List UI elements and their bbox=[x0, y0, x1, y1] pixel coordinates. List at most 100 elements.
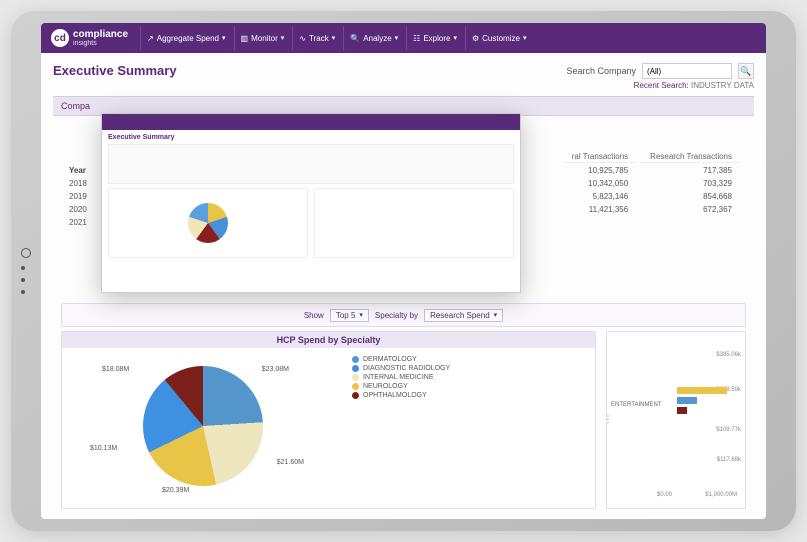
year-row[interactable]: 2019 bbox=[65, 191, 91, 202]
legend-label: NEUROLOGY bbox=[363, 383, 408, 390]
legend-label: INTERNAL MEDICINE bbox=[363, 374, 434, 381]
nav-track[interactable]: ∿ Track ▾ bbox=[292, 26, 341, 50]
popup-nav bbox=[102, 114, 520, 130]
legend-label: OPHTHALMOLOGY bbox=[363, 392, 427, 399]
col-header[interactable]: Research Transactions bbox=[640, 151, 742, 163]
legend-item[interactable]: OPHTHALMOLOGY bbox=[352, 392, 587, 399]
bar[interactable] bbox=[677, 407, 687, 414]
chart-controls: Show Top 5 ▾ Specialty by Research Spend… bbox=[61, 303, 746, 327]
brand-text: compliance insights bbox=[73, 30, 128, 47]
side-tick: $109.77k bbox=[716, 427, 741, 433]
cell: 854,668 bbox=[640, 191, 742, 202]
resize-handle-icon[interactable]: ⋮ bbox=[606, 415, 613, 426]
nav-label: Explore bbox=[423, 34, 450, 43]
x-tick: $0.00 bbox=[657, 492, 672, 498]
legend-item[interactable]: NEUROLOGY bbox=[352, 383, 587, 390]
recent-value[interactable]: INDUSTRY DATA bbox=[691, 81, 754, 90]
dashboard-tooltip-popup: Executive Summary bbox=[101, 113, 521, 293]
chevron-down-icon: ▾ bbox=[453, 34, 457, 42]
chevron-down-icon: ▾ bbox=[222, 34, 226, 42]
nav-label: Aggregate Spend bbox=[157, 34, 219, 43]
page-title: Executive Summary bbox=[53, 63, 177, 78]
side-x-axis: $0.00 $1,000.00M bbox=[657, 492, 737, 498]
tab-company[interactable]: Compa bbox=[61, 101, 90, 111]
show-value: Top 5 bbox=[336, 311, 356, 320]
nav-label: Track bbox=[309, 34, 329, 43]
side-tick: $117.68k bbox=[717, 457, 741, 463]
nav-aggregate-spend[interactable]: ↗ Aggregate Spend ▾ bbox=[140, 26, 232, 50]
chevron-down-icon: ▾ bbox=[494, 311, 498, 319]
tablet-frame: cd compliance insights ↗ Aggregate Spend… bbox=[11, 11, 796, 531]
legend-label: DERMATOLOGY bbox=[363, 356, 417, 363]
brand-sub: insights bbox=[73, 40, 128, 47]
search-button[interactable]: 🔍 bbox=[738, 63, 754, 79]
bar[interactable] bbox=[677, 397, 697, 404]
legend-swatch bbox=[352, 365, 359, 372]
app-screen: cd compliance insights ↗ Aggregate Spend… bbox=[41, 23, 766, 519]
legend-swatch bbox=[352, 356, 359, 363]
pie-chart[interactable] bbox=[143, 366, 263, 486]
top-nav: cd compliance insights ↗ Aggregate Spend… bbox=[41, 23, 766, 53]
chevron-down-icon: ▾ bbox=[332, 34, 336, 42]
search-label: Search Company bbox=[566, 66, 636, 76]
transactions-table: ral Transactions Research Transactions 1… bbox=[560, 149, 744, 217]
bar[interactable] bbox=[677, 387, 727, 394]
slice-label: $23.08M bbox=[262, 366, 289, 373]
nav-monitor[interactable]: ▥ Monitor ▾ bbox=[234, 26, 291, 50]
year-row[interactable]: 2020 bbox=[65, 204, 91, 215]
legend-label: DIAGNOSTIC RADIOLOGY bbox=[363, 365, 450, 372]
page-body: Executive Summary Search Company 🔍 Recen… bbox=[41, 53, 766, 519]
show-select[interactable]: Top 5 ▾ bbox=[330, 309, 369, 322]
search-input[interactable] bbox=[642, 63, 732, 79]
chevron-down-icon: ▾ bbox=[395, 34, 399, 42]
nav-label: Customize bbox=[482, 34, 520, 43]
nav-explore[interactable]: ☷ Explore ▾ bbox=[406, 26, 463, 50]
specialty-by-select[interactable]: Research Spend ▾ bbox=[424, 309, 503, 322]
cell: 717,385 bbox=[640, 165, 742, 176]
cell: 5,823,146 bbox=[562, 191, 638, 202]
legend-item[interactable]: DERMATOLOGY bbox=[352, 356, 587, 363]
nav-label: Monitor bbox=[251, 34, 278, 43]
side-bar-panel: ⋮ ENTERTAINMENT $385.06k $869.59k $109.7… bbox=[606, 331, 746, 509]
brand-icon: cd bbox=[51, 29, 69, 47]
nav-analyze[interactable]: 🔍 Analyze ▾ bbox=[343, 26, 404, 50]
chevron-down-icon: ▾ bbox=[359, 311, 363, 319]
side-category: ENTERTAINMENT bbox=[611, 402, 661, 408]
search-icon: 🔍 bbox=[740, 66, 751, 77]
slice-label: $20.39M bbox=[162, 487, 189, 494]
nav-icon: ☷ bbox=[413, 34, 420, 43]
col-header[interactable]: ral Transactions bbox=[562, 151, 638, 163]
hcp-spend-panel: HCP Spend by Specialty $23.08M $21.60M $… bbox=[61, 331, 596, 509]
by-label: Specialty by bbox=[375, 311, 418, 320]
brand-logo[interactable]: cd compliance insights bbox=[51, 29, 128, 47]
panel-title: HCP Spend by Specialty bbox=[62, 332, 595, 348]
pie-chart-area: $23.08M $21.60M $20.39M $10.13M $18.08M bbox=[62, 348, 344, 504]
recent-label: Recent Search: bbox=[634, 81, 689, 90]
chevron-down-icon: ▾ bbox=[523, 34, 527, 42]
slice-label: $21.60M bbox=[277, 459, 304, 466]
slice-label: $18.08M bbox=[102, 366, 129, 373]
legend-swatch bbox=[352, 374, 359, 381]
popup-title: Executive Summary bbox=[108, 134, 514, 141]
nav-icon: ↗ bbox=[147, 34, 154, 43]
chevron-down-icon: ▾ bbox=[281, 34, 285, 42]
slice-label: $10.13M bbox=[90, 445, 117, 452]
nav-icon: 🔍 bbox=[350, 34, 360, 43]
x-tick: $1,000.00M bbox=[705, 492, 737, 498]
legend-item[interactable]: INTERNAL MEDICINE bbox=[352, 374, 587, 381]
legend-item[interactable]: DIAGNOSTIC RADIOLOGY bbox=[352, 365, 587, 372]
nav-customize[interactable]: ⚙ Customize ▾ bbox=[465, 26, 532, 50]
search-area: Search Company 🔍 Recent Search: INDUSTRY… bbox=[566, 63, 754, 90]
year-row[interactable]: 2021 bbox=[65, 217, 91, 228]
legend-swatch bbox=[352, 392, 359, 399]
cell: 10,342,050 bbox=[562, 178, 638, 189]
mini-pie-chart bbox=[188, 203, 228, 243]
legend-swatch bbox=[352, 383, 359, 390]
cell: 10,925,785 bbox=[562, 165, 638, 176]
year-header: Year bbox=[65, 165, 91, 176]
year-row[interactable]: 2018 bbox=[65, 178, 91, 189]
brand-name: compliance bbox=[73, 30, 128, 40]
nav-icon: ∿ bbox=[299, 34, 306, 43]
cell: 703,329 bbox=[640, 178, 742, 189]
year-list: Year 2018 2019 2020 2021 bbox=[63, 163, 93, 230]
